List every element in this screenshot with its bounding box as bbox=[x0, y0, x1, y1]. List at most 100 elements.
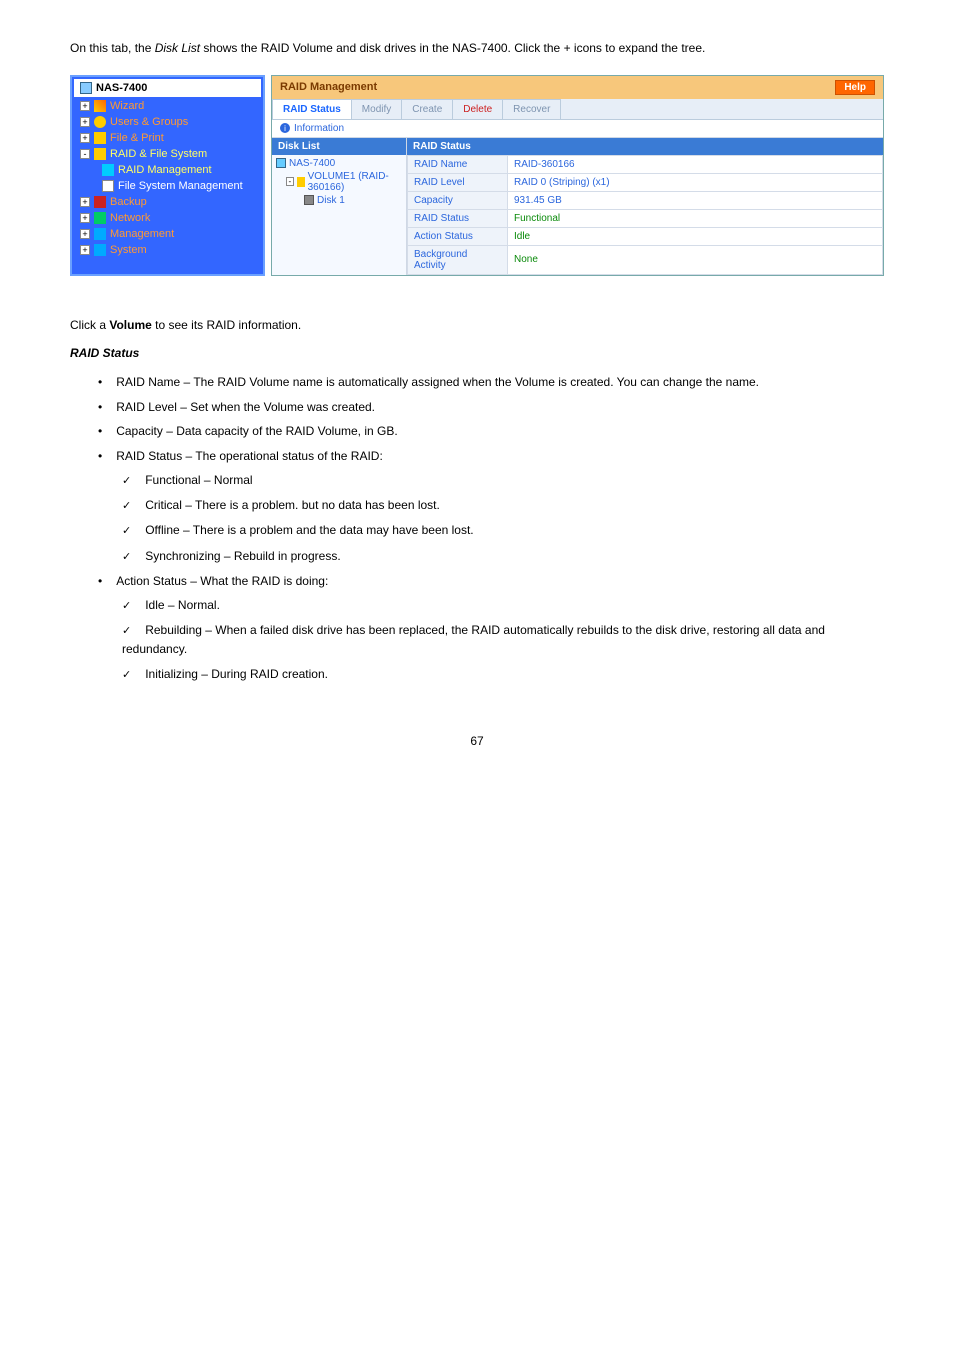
sidebar-item-management[interactable]: + Management bbox=[74, 226, 261, 242]
sidebar-item-label: System bbox=[110, 244, 147, 256]
sidebar-header-label: NAS-7400 bbox=[96, 82, 147, 94]
information-bar[interactable]: i Information bbox=[272, 120, 883, 138]
wand-icon bbox=[94, 100, 106, 112]
mgmt-icon bbox=[94, 228, 106, 240]
sidebar-item-raid-file-system[interactable]: - RAID & File System bbox=[74, 146, 261, 162]
list-item: RAID Name – The RAID Volume name is auto… bbox=[98, 373, 884, 392]
file-icon bbox=[102, 180, 114, 192]
sidebar-item-file-print[interactable]: + File & Print bbox=[74, 130, 261, 146]
tree-toggle-icon[interactable]: + bbox=[80, 133, 90, 143]
sidebar-item-network[interactable]: + Network bbox=[74, 210, 261, 226]
computer-icon bbox=[276, 158, 286, 168]
status-value: Functional bbox=[508, 209, 883, 227]
status-value: None bbox=[508, 245, 883, 274]
status-value: RAID 0 (Striping) (x1) bbox=[508, 173, 883, 191]
sidebar-item-label: RAID & File System bbox=[110, 148, 207, 160]
disk-list: Disk List NAS-7400 - VOLUME1 (RAID-36016… bbox=[272, 138, 407, 275]
main-panel: RAID Management Help RAID StatusModifyCr… bbox=[271, 75, 884, 276]
panel-title: RAID Management bbox=[280, 81, 377, 93]
tree-toggle-icon[interactable]: + bbox=[80, 197, 90, 207]
tab-modify[interactable]: Modify bbox=[351, 99, 402, 119]
sidebar-item-backup[interactable]: + Backup bbox=[74, 194, 261, 210]
status-value: 931.45 GB bbox=[508, 191, 883, 209]
sidebar-item-label: Management bbox=[110, 228, 174, 240]
section-heading: RAID Status bbox=[70, 346, 139, 360]
table-row: RAID NameRAID-360166 bbox=[408, 155, 883, 173]
status-label: RAID Name bbox=[408, 155, 508, 173]
tree-toggle-icon[interactable]: + bbox=[80, 117, 90, 127]
table-row: Action StatusIdle bbox=[408, 227, 883, 245]
tab-create[interactable]: Create bbox=[401, 99, 453, 119]
status-label: RAID Status bbox=[408, 209, 508, 227]
sidebar: NAS-7400 + Wizard + Users & Groups + File & P… bbox=[70, 75, 265, 276]
raid-status-header: RAID Status bbox=[407, 138, 883, 155]
list-item: Rebuilding – When a failed disk drive ha… bbox=[122, 621, 884, 659]
table-row: RAID StatusFunctional bbox=[408, 209, 883, 227]
tree-disk[interactable]: Disk 1 bbox=[276, 194, 402, 207]
sidebar-item-label: Network bbox=[110, 212, 150, 224]
sidebar-item-label: Backup bbox=[110, 196, 147, 208]
tree-toggle-icon[interactable]: + bbox=[80, 101, 90, 111]
disk-list-header: Disk List bbox=[272, 138, 406, 155]
list-item: Synchronizing – Rebuild in progress. bbox=[122, 547, 884, 566]
tree-volume[interactable]: - VOLUME1 (RAID-360166) bbox=[276, 170, 402, 194]
sidebar-item-users-groups[interactable]: + Users & Groups bbox=[74, 114, 261, 130]
disk-icon bbox=[102, 164, 114, 176]
tree-root[interactable]: NAS-7400 bbox=[276, 157, 402, 170]
sidebar-item-system[interactable]: + System bbox=[74, 242, 261, 258]
tree-toggle-icon[interactable]: + bbox=[80, 213, 90, 223]
sidebar-item-label: File System Management bbox=[118, 180, 243, 192]
sidebar-item-wizard[interactable]: + Wizard bbox=[74, 98, 261, 114]
intro-paragraph: On this tab, the Disk List shows the RAI… bbox=[70, 40, 884, 57]
sidebar-item-label: Users & Groups bbox=[110, 116, 188, 128]
list-item: Offline – There is a problem and the dat… bbox=[122, 521, 884, 540]
info-icon: i bbox=[280, 123, 290, 133]
backup-icon bbox=[94, 196, 106, 208]
status-label: Action Status bbox=[408, 227, 508, 245]
tree-toggle-icon[interactable]: + bbox=[80, 229, 90, 239]
tab-recover[interactable]: Recover bbox=[502, 99, 561, 119]
sidebar-item-label: File & Print bbox=[110, 132, 164, 144]
tree-toggle-icon[interactable]: + bbox=[80, 245, 90, 255]
ui-screenshot: NAS-7400 + Wizard + Users & Groups + File & P… bbox=[70, 75, 884, 276]
list-item: Initializing – During RAID creation. bbox=[122, 665, 884, 684]
folder-icon bbox=[94, 132, 106, 144]
volume-icon bbox=[297, 177, 305, 187]
status-value: Idle bbox=[508, 227, 883, 245]
people-icon bbox=[94, 116, 106, 128]
status-label: Background Activity bbox=[408, 245, 508, 274]
list-item: Functional – Normal bbox=[122, 471, 884, 490]
body-content: Click a Volume to see its RAID informati… bbox=[70, 316, 884, 684]
sidebar-header: NAS-7400 bbox=[74, 79, 261, 98]
sidebar-item-label: Wizard bbox=[110, 100, 144, 112]
raid-icon bbox=[94, 148, 106, 160]
raid-status-table: RAID NameRAID-360166RAID LevelRAID 0 (St… bbox=[407, 155, 883, 275]
sidebar-item-raid-management[interactable]: RAID Management bbox=[74, 162, 261, 178]
list-item: Capacity – Data capacity of the RAID Vol… bbox=[98, 422, 884, 441]
sidebar-item-label: RAID Management bbox=[118, 164, 212, 176]
list-item: Action Status – What the RAID is doing: bbox=[98, 572, 884, 591]
status-label: RAID Level bbox=[408, 173, 508, 191]
status-label: Capacity bbox=[408, 191, 508, 209]
list-item: RAID Level – Set when the Volume was cre… bbox=[98, 398, 884, 417]
sidebar-item-file-system-management[interactable]: File System Management bbox=[74, 178, 261, 194]
page-number: 67 bbox=[70, 734, 884, 748]
list-item: RAID Status – The operational status of … bbox=[98, 447, 884, 466]
computer-icon bbox=[80, 82, 92, 94]
help-button[interactable]: Help bbox=[835, 80, 875, 95]
tab-bar: RAID StatusModifyCreateDeleteRecover bbox=[272, 99, 883, 120]
list-item: Critical – There is a problem. but no da… bbox=[122, 496, 884, 515]
status-value: RAID-360166 bbox=[508, 155, 883, 173]
tab-delete[interactable]: Delete bbox=[452, 99, 503, 119]
information-label: Information bbox=[294, 123, 344, 134]
list-item: Idle – Normal. bbox=[122, 596, 884, 615]
raid-status-panel: RAID Status RAID NameRAID-360166RAID Lev… bbox=[407, 138, 883, 275]
disk-icon bbox=[304, 195, 314, 205]
tree-collapse-icon[interactable]: - bbox=[286, 177, 294, 186]
tab-raid-status[interactable]: RAID Status bbox=[272, 99, 352, 119]
tree-toggle-icon[interactable]: - bbox=[80, 149, 90, 159]
net-icon bbox=[94, 212, 106, 224]
table-row: Capacity931.45 GB bbox=[408, 191, 883, 209]
table-row: Background ActivityNone bbox=[408, 245, 883, 274]
sys-icon bbox=[94, 244, 106, 256]
